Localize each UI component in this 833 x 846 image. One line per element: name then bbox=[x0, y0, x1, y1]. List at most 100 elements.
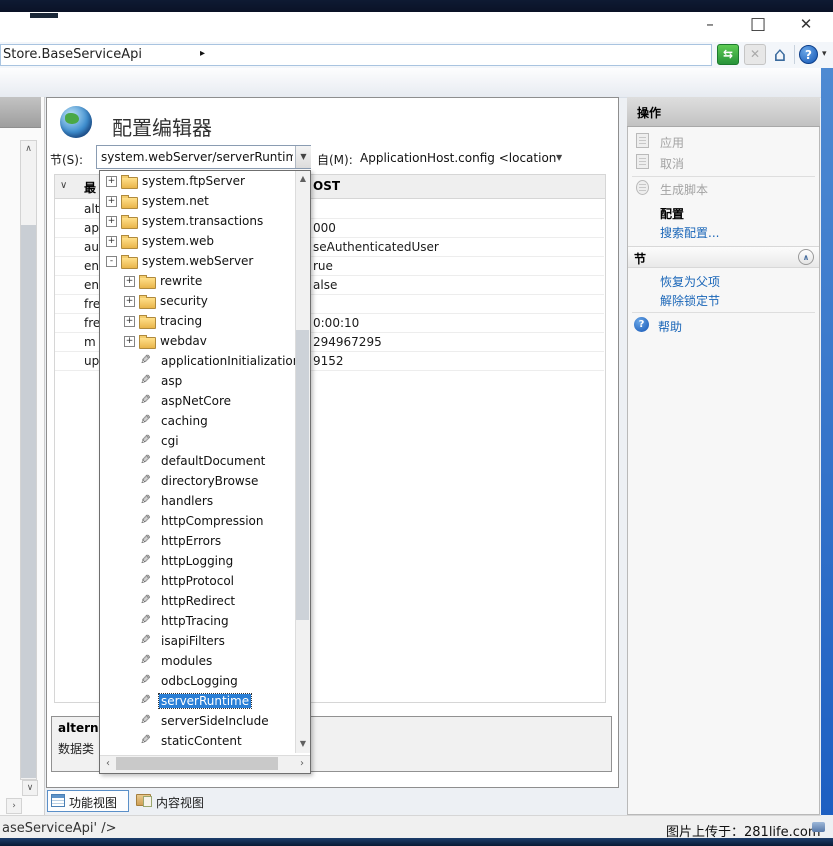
expander-icon[interactable]: + bbox=[124, 336, 135, 347]
actions-pane bbox=[627, 97, 820, 815]
tree-item-httpcompression[interactable]: ✎httpCompression bbox=[100, 511, 295, 531]
expander-icon[interactable]: + bbox=[106, 176, 117, 187]
tree-item-httpprotocol[interactable]: ✎httpProtocol bbox=[100, 571, 295, 591]
from-label: 自(M): bbox=[317, 151, 353, 168]
grid-row-name: up bbox=[84, 354, 99, 368]
section-pencil-icon: ✎ bbox=[140, 513, 151, 528]
tree-item-httplogging[interactable]: ✎httpLogging bbox=[100, 551, 295, 571]
section-combobox-value[interactable]: system.webServer/serverRuntime bbox=[101, 150, 293, 164]
maximize-button[interactable]: □ bbox=[743, 12, 773, 36]
cancel-button: 取消 bbox=[660, 155, 684, 172]
breadcrumb-caret-icon[interactable]: ▸ bbox=[200, 48, 205, 59]
grid-row-value: 000 bbox=[313, 221, 336, 235]
description-data-type: 数据类 bbox=[58, 740, 94, 757]
help-dropdown-caret-icon[interactable]: ▾ bbox=[822, 49, 827, 59]
grid-row-name: fre bbox=[84, 297, 100, 311]
page-title: 配置编辑器 bbox=[112, 112, 212, 141]
refresh-icon[interactable]: ⇆ bbox=[717, 44, 739, 65]
tree-item-cgi[interactable]: ✎cgi bbox=[100, 431, 295, 451]
scroll-up-icon[interactable]: ∧ bbox=[22, 143, 35, 156]
grid-header-left-fragment: 最 bbox=[84, 179, 96, 196]
apply-button: 应用 bbox=[660, 134, 684, 151]
section-pencil-icon: ✎ bbox=[140, 693, 151, 708]
watermark-text: 图片上传于：281life.com bbox=[666, 821, 821, 840]
expander-icon[interactable]: + bbox=[106, 216, 117, 227]
tree-item-asp[interactable]: ✎asp bbox=[100, 371, 295, 391]
tree-item-isapifilters[interactable]: ✎isapiFilters bbox=[100, 631, 295, 651]
grid-collapse-icon[interactable]: ∨ bbox=[60, 180, 67, 191]
tree-scroll-down-icon[interactable]: ▼ bbox=[297, 738, 309, 750]
tree-item-modules[interactable]: ✎modules bbox=[100, 651, 295, 671]
tree-item-security[interactable]: +security bbox=[100, 291, 295, 311]
grid-row-value: seAuthenticatedUser bbox=[313, 240, 439, 254]
unlock-section-link[interactable]: 解除锁定节 bbox=[660, 292, 720, 309]
grid-row-name: ap bbox=[84, 221, 99, 235]
tree-item-applicationinitialization[interactable]: ✎applicationInitialization bbox=[100, 351, 295, 371]
grid-row-name: au bbox=[84, 240, 99, 254]
close-button[interactable]: ✕ bbox=[791, 12, 821, 36]
from-combobox-value[interactable]: ApplicationHost.config <location bbox=[360, 151, 556, 165]
tree-item-tracing[interactable]: +tracing bbox=[100, 311, 295, 331]
expander-icon[interactable]: + bbox=[124, 316, 135, 327]
tree-item-system-ftpserver[interactable]: +system.ftpServer bbox=[100, 171, 295, 191]
expander-icon[interactable]: + bbox=[124, 276, 135, 287]
folder-icon bbox=[121, 217, 138, 229]
help-icon[interactable]: ? bbox=[799, 45, 818, 64]
tab-content-view[interactable]: 内容视图 bbox=[156, 794, 204, 811]
tree-scroll-up-icon[interactable]: ▲ bbox=[297, 173, 309, 185]
collapse-icon[interactable]: - bbox=[106, 256, 117, 267]
expander-icon[interactable]: + bbox=[106, 236, 117, 247]
tree-scroll-left-icon[interactable]: ‹ bbox=[102, 758, 114, 770]
section-pencil-icon: ✎ bbox=[140, 553, 151, 568]
features-view-label[interactable]: 功能视图 bbox=[69, 794, 117, 811]
section-pencil-icon: ✎ bbox=[140, 353, 151, 368]
scroll-right-icon[interactable]: › bbox=[6, 798, 22, 814]
tree-item-defaultdocument[interactable]: ✎defaultDocument bbox=[100, 451, 295, 471]
minimize-button[interactable]: – bbox=[695, 12, 725, 36]
home-icon[interactable]: ⌂ bbox=[769, 44, 791, 65]
grid-row-name: m bbox=[84, 335, 96, 349]
tree-item-aspnetcore[interactable]: ✎aspNetCore bbox=[100, 391, 295, 411]
help-link[interactable]: 帮助 bbox=[658, 318, 682, 335]
folder-icon bbox=[121, 177, 138, 189]
tree-item-serverruntime-selected[interactable]: ✎serverRuntime bbox=[100, 691, 295, 711]
tree-scroll-right-icon[interactable]: › bbox=[296, 758, 308, 770]
actions-header-title: 操作 bbox=[637, 104, 661, 121]
section-combobox-dropdown-icon[interactable]: ▼ bbox=[295, 146, 311, 168]
tree-item-rewrite[interactable]: +rewrite bbox=[100, 271, 295, 291]
tree-item-webdav[interactable]: +webdav bbox=[100, 331, 295, 351]
collapse-section-icon[interactable]: ∧ bbox=[798, 249, 814, 265]
grid-row-name: en bbox=[84, 278, 99, 292]
expander-icon[interactable]: + bbox=[106, 196, 117, 207]
tree-item-staticcontent[interactable]: ✎staticContent bbox=[100, 731, 295, 751]
tree-item-system-net[interactable]: +system.net bbox=[100, 191, 295, 211]
tree-item-system-webserver[interactable]: -system.webServer bbox=[100, 251, 295, 271]
from-combobox-caret-icon[interactable]: ▼ bbox=[556, 153, 562, 162]
tree-item-httptracing[interactable]: ✎httpTracing bbox=[100, 611, 295, 631]
section-label: 节(S): bbox=[50, 151, 83, 168]
tree-item-serversideinclude[interactable]: ✎serverSideInclude bbox=[100, 711, 295, 731]
section-pencil-icon: ✎ bbox=[140, 413, 151, 428]
expander-icon[interactable]: + bbox=[124, 296, 135, 307]
search-configuration-link[interactable]: 搜索配置... bbox=[660, 224, 719, 241]
connections-scrollbar-thumb[interactable] bbox=[21, 225, 36, 778]
tree-item-httpredirect[interactable]: ✎httpRedirect bbox=[100, 591, 295, 611]
grid-row-value: 294967295 bbox=[313, 335, 382, 349]
tree-item-odbclogging[interactable]: ✎odbcLogging bbox=[100, 671, 295, 691]
tree-item-caching[interactable]: ✎caching bbox=[100, 411, 295, 431]
tree-hscrollbar-thumb[interactable] bbox=[116, 757, 278, 770]
tree-item-system-web[interactable]: +system.web bbox=[100, 231, 295, 251]
tree-item-handlers[interactable]: ✎handlers bbox=[100, 491, 295, 511]
tree-item-directorybrowse[interactable]: ✎directoryBrowse bbox=[100, 471, 295, 491]
grid-row-name: alt bbox=[84, 202, 99, 216]
breadcrumb[interactable]: Store.BaseServiceApi bbox=[3, 47, 142, 62]
tree-item-httperrors[interactable]: ✎httpErrors bbox=[100, 531, 295, 551]
section-pencil-icon: ✎ bbox=[140, 493, 151, 508]
connections-pane-header bbox=[0, 97, 41, 128]
revert-to-parent-link[interactable]: 恢复为父项 bbox=[660, 273, 720, 290]
tree-item-system-transactions[interactable]: +system.transactions bbox=[100, 211, 295, 231]
folder-icon bbox=[121, 197, 138, 209]
section-group-band bbox=[628, 246, 819, 268]
tree-vscrollbar-thumb[interactable] bbox=[296, 330, 309, 620]
scroll-down-icon[interactable]: ∨ bbox=[22, 780, 38, 796]
